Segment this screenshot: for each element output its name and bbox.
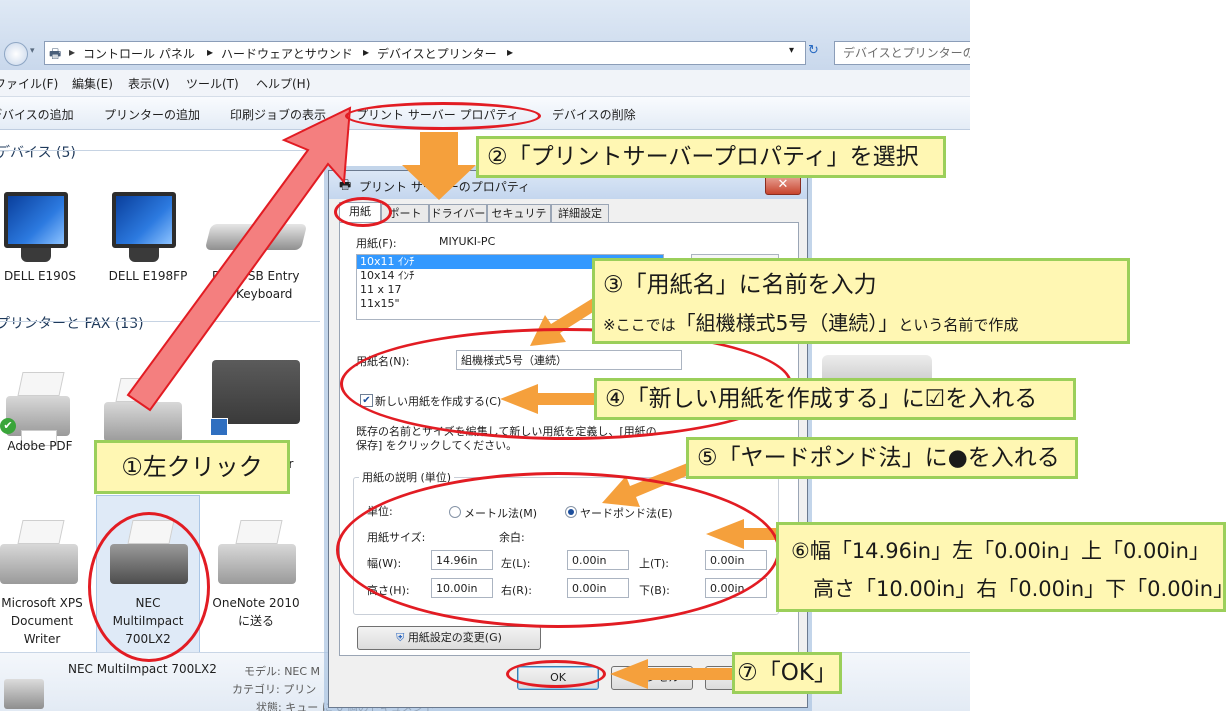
devices-group-header[interactable]: デバイス (5) xyxy=(0,142,76,162)
multifunction-printer-icon[interactable] xyxy=(212,360,300,424)
highlight-form-description xyxy=(336,472,780,628)
cancel-button[interactable]: キャンセル xyxy=(611,666,693,690)
printer-icon: 🖶 xyxy=(339,178,352,193)
menu-tools[interactable]: ツール(T) xyxy=(186,75,239,92)
search-input[interactable]: デバイスとプリンターの xyxy=(834,41,970,65)
breadcrumb-devices-printers[interactable]: デバイスとプリンター xyxy=(377,45,497,62)
see-print-jobs-button[interactable]: 印刷ジョブの表示 xyxy=(230,106,326,123)
printer-label: Adobe PDF xyxy=(7,439,73,453)
step7-callout: ⑦「OK」 xyxy=(732,652,842,694)
forms-on-label: 用紙(F): xyxy=(356,237,397,250)
printer-label: Writer xyxy=(23,632,61,646)
back-button[interactable] xyxy=(4,42,28,66)
printer-icon[interactable] xyxy=(104,378,182,442)
printer-icon[interactable] xyxy=(218,520,296,584)
printer-label: に送る xyxy=(237,614,274,628)
highlight-print-server-properties xyxy=(345,102,541,130)
breadcrumb-hardware-sound[interactable]: ハードウェアとサウンド xyxy=(221,45,353,62)
step4-callout: ④「新しい用紙を作成する」に☑を入れる xyxy=(594,378,1076,420)
step3-note: ※ここでは「組機様式5号（連続）」という名前で作成 xyxy=(603,307,1018,336)
breadcrumb-separator-icon: ▸ xyxy=(507,45,514,59)
breadcrumb-separator-icon: ▸ xyxy=(363,45,370,59)
group-divider xyxy=(0,321,320,322)
device-label: Keyboard xyxy=(236,287,293,301)
monitor-icon[interactable] xyxy=(4,192,68,262)
step1-callout: ①左クリック xyxy=(94,440,290,494)
add-printer-button[interactable]: プリンターの追加 xyxy=(104,106,200,123)
menu-bar: ファイル(F) 編集(E) 表示(V) ツール(T) ヘルプ(H) xyxy=(0,70,970,97)
device-label: Dell USB Entry xyxy=(212,269,300,283)
shield-icon: ⛨ xyxy=(396,631,405,644)
printer-icon[interactable] xyxy=(0,520,78,584)
group-divider xyxy=(0,150,320,151)
printer-icon xyxy=(4,679,44,709)
step3-callout: ③「用紙名」に名前を入力 ※ここでは「組機様式5号（連続）」という名前で作成 xyxy=(592,258,1130,344)
step6-callout: ⑥幅「14.96in」左「0.00in」上「0.00in」 高さ「10.00in… xyxy=(776,522,1228,612)
step3-note-part: という名前で作成 xyxy=(898,316,1019,334)
details-category: カテゴリ: プリン xyxy=(232,683,317,696)
printer-label: OneNote 2010 xyxy=(212,596,300,610)
breadcrumb-separator-icon: ▸ xyxy=(207,45,214,59)
close-button[interactable]: ✕ xyxy=(765,175,801,195)
address-box[interactable]: 🖶 ▸ コントロール パネル ▸ ハードウェアとサウンド ▸ デバイスとプリンタ… xyxy=(44,41,806,65)
menu-file[interactable]: ファイル(F) xyxy=(0,75,58,92)
control-panel-icon: 🖶 xyxy=(49,47,62,62)
highlight-forms-tab xyxy=(334,197,392,227)
monitor-icon[interactable] xyxy=(112,192,176,262)
printer-icon[interactable] xyxy=(6,372,70,446)
form-description-group-label: 用紙の説明 (単位) xyxy=(359,469,455,485)
highlight-ok-button xyxy=(506,660,606,688)
device-label: DELL E198FP xyxy=(108,269,188,283)
step3-note-emphasis: 「組機様式5号（連続）」 xyxy=(675,311,899,335)
change-form-settings-button[interactable]: ⛨ 用紙設定の変更(G) xyxy=(357,626,541,650)
breadcrumb-separator-icon: ▸ xyxy=(69,45,76,59)
help-text: 保存] をクリックしてください。 xyxy=(356,439,518,452)
step5-callout: ⑤「ヤードポンド法」に●を入れる xyxy=(686,437,1078,479)
step6-line2: 高さ「10.00in」右「0.00in」下「0.00in」 xyxy=(813,577,1228,601)
step6-line1: ⑥幅「14.96in」左「0.00in」上「0.00in」 xyxy=(791,539,1210,563)
refresh-icon[interactable]: ↻ xyxy=(808,43,819,58)
address-dropdown-icon[interactable]: ▾ xyxy=(789,45,794,56)
address-bar-area: ▾ 🖶 ▸ コントロール パネル ▸ ハードウェアとサウンド ▸ デバイスとプリ… xyxy=(0,0,970,70)
menu-view[interactable]: 表示(V) xyxy=(128,75,170,92)
printer-label: Document xyxy=(10,614,74,628)
printers-group-header[interactable]: プリンターと FAX (13) xyxy=(0,313,144,333)
step3-note-part: ※ここでは xyxy=(603,316,676,334)
default-printer-check-icon: ✔ xyxy=(0,418,16,434)
dialog-title: プリント サーバーのプロパティ xyxy=(359,180,530,194)
breadcrumb-control-panel[interactable]: コントロール パネル xyxy=(83,45,195,62)
recent-pages-icon[interactable]: ▾ xyxy=(30,46,35,56)
shared-icon xyxy=(210,418,228,436)
tab-drivers[interactable]: ドライバー xyxy=(429,204,487,223)
details-printer-name: NEC MultiImpact 700LX2 xyxy=(68,662,217,676)
keyboard-icon[interactable] xyxy=(204,224,308,250)
menu-edit[interactable]: 編集(E) xyxy=(72,75,113,92)
server-name: MIYUKI-PC xyxy=(439,235,496,248)
step3-title: ③「用紙名」に名前を入力 xyxy=(603,272,877,298)
change-form-settings-label: 用紙設定の変更(G) xyxy=(407,631,502,644)
tab-security[interactable]: セキュリティ xyxy=(487,204,551,238)
printer-label: Microsoft XPS xyxy=(1,596,83,610)
tab-advanced[interactable]: 詳細設定 xyxy=(551,204,609,223)
device-label: DELL E190S xyxy=(3,269,77,283)
add-device-button[interactable]: デバイスの追加 xyxy=(0,106,74,123)
remove-device-button[interactable]: デバイスの削除 xyxy=(552,106,636,123)
step2-callout: ②「プリントサーバープロパティ」を選択 xyxy=(476,136,946,178)
details-model: モデル: NEC M xyxy=(244,665,321,678)
highlight-printer-icon xyxy=(88,512,210,662)
menu-help[interactable]: ヘルプ(H) xyxy=(256,75,310,92)
